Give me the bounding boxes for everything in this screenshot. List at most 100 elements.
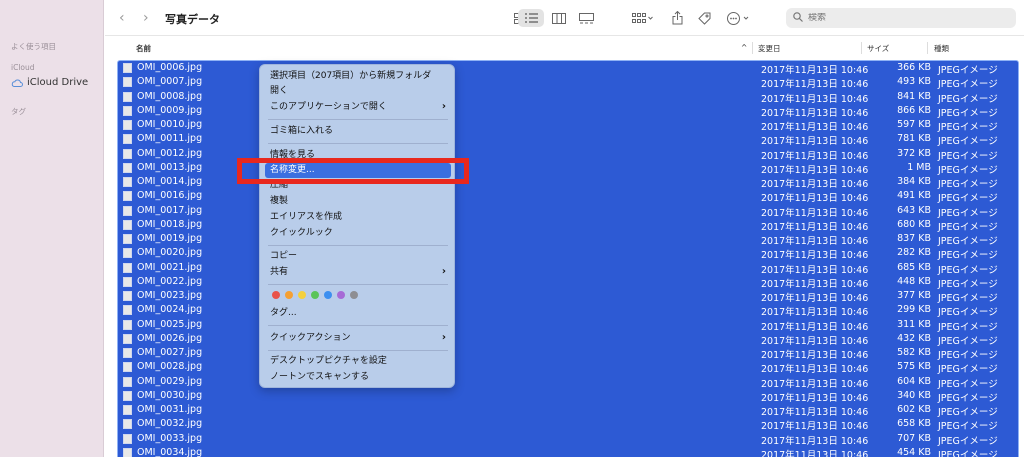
- tag-orange-dot[interactable]: [285, 291, 293, 299]
- file-row[interactable]: OMI_0017.jpg 2017年11月13日 10:46 643 KB JPEGイ…: [118, 204, 1018, 219]
- file-row[interactable]: OMI_0010.jpg 2017年11月13日 10:46 597 KB JPEGイ…: [118, 118, 1018, 133]
- cloud-icon: [11, 79, 23, 87]
- file-size: 384 KB: [897, 176, 931, 187]
- menu-item-move-to-trash[interactable]: ゴミ箱に入れる: [270, 124, 446, 138]
- file-row[interactable]: OMI_0018.jpg 2017年11月13日 10:46 680 KB JPEGイ…: [118, 218, 1018, 233]
- file-row[interactable]: OMI_0021.jpg 2017年11月13日 10:46 685 KB JPEGイ…: [118, 261, 1018, 276]
- back-button[interactable]: ‹: [119, 10, 125, 26]
- file-row[interactable]: OMI_0022.jpg 2017年11月13日 10:46 448 KB JPEGイ…: [118, 275, 1018, 290]
- file-kind: JPEGイメージ: [938, 264, 998, 276]
- menu-item-share[interactable]: 共有 ›: [270, 265, 446, 279]
- column-size-header[interactable]: サイズ: [867, 43, 889, 54]
- menu-item-duplicate[interactable]: 複製: [270, 194, 446, 208]
- context-menu: 選択項目（207項目）から新規フォルダ 開く このアプリケーションで開く › ゴ…: [259, 64, 455, 388]
- file-row[interactable]: OMI_0033.jpg 2017年11月13日 10:46 707 KB JPEGイ…: [118, 432, 1018, 447]
- column-view-icon[interactable]: [549, 9, 569, 27]
- sidebar-icloud-heading[interactable]: iCloud: [11, 63, 35, 72]
- menu-item-tags[interactable]: タグ...: [270, 306, 446, 320]
- file-row[interactable]: OMI_0023.jpg 2017年11月13日 10:46 377 KB JPEGイ…: [118, 289, 1018, 304]
- menu-item-set-desktop-picture[interactable]: デスクトップピクチャを設定: [270, 354, 446, 368]
- file-thumbnail-icon: [123, 77, 132, 88]
- menu-item-scan-with-norton[interactable]: ノートンでスキャンする: [270, 370, 446, 384]
- file-row[interactable]: OMI_0034.jpg 2017年11月13日 10:46 454 KB JPEGイ…: [118, 446, 1018, 457]
- sidebar: よく使う項目 iCloud iCloud Drive タグ: [0, 0, 104, 457]
- file-modified-date: 2017年11月13日 10:46: [761, 164, 869, 176]
- file-row[interactable]: OMI_0011.jpg 2017年11月13日 10:46 781 KB JPEGイ…: [118, 132, 1018, 147]
- file-row[interactable]: OMI_0006.jpg 2017年11月13日 10:46 366 KB JPEGイ…: [118, 61, 1018, 76]
- file-row[interactable]: OMI_0026.jpg 2017年11月13日 10:46 432 KB JPEGイ…: [118, 332, 1018, 347]
- menu-item-open-with[interactable]: このアプリケーションで開く ›: [270, 100, 446, 114]
- file-thumbnail-icon: [123, 419, 132, 430]
- search-field[interactable]: [786, 8, 1016, 28]
- menu-item-label: 共有: [270, 267, 289, 277]
- tag-blue-dot[interactable]: [324, 291, 332, 299]
- file-row[interactable]: OMI_0007.jpg 2017年11月13日 10:46 493 KB JPEGイ…: [118, 75, 1018, 91]
- menu-item-quick-look[interactable]: クイックルック: [270, 226, 446, 240]
- file-row[interactable]: OMI_0008.jpg 2017年11月13日 10:46 841 KB JPEGイ…: [118, 90, 1018, 105]
- sidebar-tags-heading[interactable]: タグ: [11, 106, 26, 117]
- file-modified-date: 2017年11月13日 10:46: [761, 335, 869, 347]
- search-input[interactable]: [808, 13, 988, 23]
- file-row[interactable]: OMI_0019.jpg 2017年11月13日 10:46 837 KB JPEGイ…: [118, 232, 1018, 247]
- tag-purple-dot[interactable]: [337, 291, 345, 299]
- file-row[interactable]: OMI_0009.jpg 2017年11月13日 10:46 866 KB JPEGイ…: [118, 104, 1018, 119]
- search-icon: [793, 11, 803, 25]
- share-icon[interactable]: [669, 9, 685, 27]
- list-view-icon[interactable]: [518, 9, 544, 27]
- file-thumbnail-icon: [123, 148, 132, 159]
- menu-separator: [268, 350, 448, 351]
- file-modified-date: 2017年11月13日 10:46: [761, 122, 869, 133]
- file-list[interactable]: OMI_0006.jpg 2017年11月13日 10:46 366 KB JPEGイ…: [117, 60, 1019, 457]
- file-modified-date: 2017年11月13日 10:46: [761, 392, 869, 404]
- file-row[interactable]: OMI_0025.jpg 2017年11月13日 10:46 311 KB JPEGイ…: [118, 318, 1018, 333]
- menu-item-copy[interactable]: コピー: [270, 249, 446, 263]
- file-row[interactable]: OMI_0030.jpg 2017年11月13日 10:46 340 KB JPEGイ…: [118, 389, 1018, 404]
- sidebar-item-icloud-drive[interactable]: iCloud Drive: [11, 77, 88, 88]
- file-name: OMI_0023.jpg: [137, 290, 203, 301]
- file-size: 680 KB: [897, 218, 931, 230]
- toolbar: ‹ › 写真データ: [105, 0, 1024, 36]
- tag-green-dot[interactable]: [311, 291, 319, 299]
- file-row[interactable]: OMI_0027.jpg 2017年11月13日 10:46 582 KB JPEGイ…: [118, 346, 1018, 361]
- column-kind-header[interactable]: 種類: [934, 43, 949, 54]
- menu-item-open[interactable]: 開く: [270, 84, 446, 98]
- menu-item-new-folder-with-selection[interactable]: 選択項目（207項目）から新規フォルダ: [270, 69, 446, 83]
- tag-yellow-dot[interactable]: [298, 291, 306, 299]
- file-row[interactable]: OMI_0029.jpg 2017年11月13日 10:46 604 KB JPEGイ…: [118, 375, 1018, 390]
- file-row[interactable]: OMI_0032.jpg 2017年11月13日 10:46 658 KB JPEGイ…: [118, 417, 1018, 432]
- file-size: 837 KB: [897, 233, 931, 244]
- file-row[interactable]: OMI_0031.jpg 2017年11月13日 10:46 602 KB JPEGイ…: [118, 403, 1018, 418]
- menu-item-label: クイックアクション: [270, 333, 351, 343]
- file-row[interactable]: OMI_0016.jpg 2017年11月13日 10:46 491 KB JPEGイ…: [118, 189, 1018, 205]
- group-menu-icon[interactable]: [629, 9, 657, 27]
- file-row[interactable]: OMI_0028.jpg 2017年11月13日 10:46 575 KB JPEGイ…: [118, 360, 1018, 375]
- file-name: OMI_0014.jpg: [137, 176, 203, 187]
- sidebar-favorites-heading[interactable]: よく使う項目: [11, 41, 56, 52]
- file-size: 377 KB: [897, 290, 931, 301]
- file-size: 575 KB: [897, 361, 931, 373]
- column-modified-header[interactable]: 変更日: [758, 43, 781, 54]
- menu-separator: [268, 119, 448, 120]
- file-row[interactable]: OMI_0024.jpg 2017年11月13日 10:46 299 KB JPEGイ…: [118, 303, 1018, 318]
- column-divider[interactable]: [861, 42, 862, 54]
- forward-button[interactable]: ›: [143, 10, 149, 26]
- file-modified-date: 2017年11月13日 10:46: [761, 193, 869, 205]
- tag-gray-dot[interactable]: [350, 291, 358, 299]
- tag-icon[interactable]: [695, 9, 713, 27]
- column-divider[interactable]: [752, 42, 753, 54]
- column-divider[interactable]: [927, 42, 928, 54]
- file-kind: JPEGイメージ: [938, 164, 998, 176]
- file-thumbnail-icon: [123, 433, 132, 444]
- column-name-header[interactable]: 名前: [136, 43, 151, 54]
- more-actions-icon[interactable]: [725, 9, 753, 27]
- file-name: OMI_0013.jpg: [137, 161, 203, 173]
- menu-item-make-alias[interactable]: エイリアスを作成: [270, 210, 446, 224]
- file-row[interactable]: OMI_0020.jpg 2017年11月13日 10:46 282 KB JPEGイ…: [118, 246, 1018, 261]
- file-kind: JPEGイメージ: [938, 378, 998, 390]
- file-modified-date: 2017年11月13日 10:46: [761, 236, 869, 247]
- menu-item-quick-actions[interactable]: クイックアクション ›: [270, 331, 446, 345]
- file-modified-date: 2017年11月13日 10:46: [761, 449, 869, 457]
- tag-red-dot[interactable]: [272, 291, 280, 299]
- gallery-view-icon[interactable]: [576, 9, 596, 27]
- file-modified-date: 2017年11月13日 10:46: [761, 79, 869, 91]
